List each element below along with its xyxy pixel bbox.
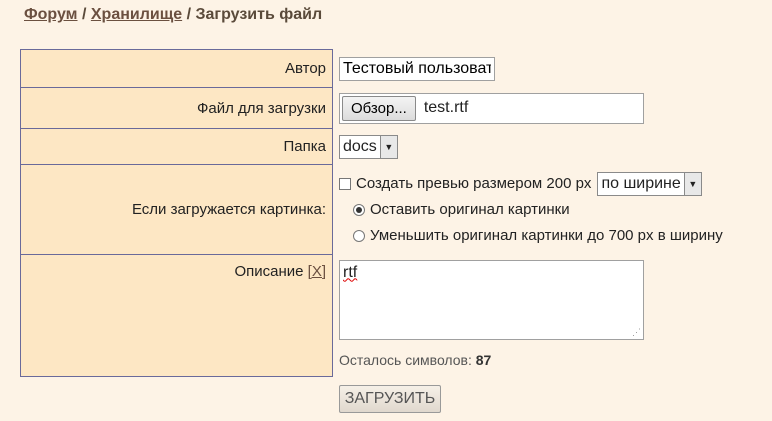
breadcrumb: Форум / Хранилище / Загрузить файл	[24, 6, 322, 24]
file-name: test.rtf	[423, 99, 469, 116]
chevron-down-icon[interactable]: ▼	[683, 172, 701, 195]
remaining-label: Осталось символов:	[339, 351, 472, 368]
radio-keep-label: Оставить оригинал картинки	[370, 201, 570, 218]
image-label: Если загружается картинка:	[20, 164, 333, 255]
radio-shrink-row: Уменьшить оригинал картинки до 700 px в …	[339, 223, 723, 249]
row-image: Если загружается картинка: Создать превь…	[20, 164, 724, 255]
preview-row: Создать превью размером 200 px по ширине…	[339, 171, 723, 197]
row-description: Описание [X] rtf ⋰ Осталось символов: 87	[20, 254, 724, 377]
resize-grip-icon[interactable]: ⋰	[632, 327, 641, 338]
radio-shrink-original[interactable]	[353, 229, 365, 242]
description-clear-link[interactable]: [X]	[308, 263, 326, 280]
description-label: Описание	[234, 263, 304, 280]
chevron-down-icon[interactable]: ▼	[379, 135, 397, 158]
row-author: Автор	[20, 49, 724, 88]
folder-select-value: docs	[343, 137, 377, 155]
preview-label: Создать превью размером 200 px	[356, 175, 592, 192]
folder-label: Папка	[20, 128, 333, 165]
radio-keep-original[interactable]	[353, 203, 365, 216]
browse-button[interactable]: Обзор...	[342, 95, 416, 121]
row-folder: Папка docs ▼	[20, 128, 724, 165]
radio-shrink-label: Уменьшить оригинал картинки до 700 px в …	[370, 227, 723, 244]
author-label: Автор	[20, 49, 333, 88]
breadcrumb-current: Загрузить файл	[195, 6, 323, 23]
upload-button[interactable]: ЗАГРУЗИТЬ	[339, 385, 441, 413]
description-textarea[interactable]: rtf ⋰	[339, 259, 644, 340]
breadcrumb-separator: /	[81, 6, 87, 23]
upload-form: Автор Файл для загрузки Обзор... test.rt…	[20, 49, 724, 377]
author-input[interactable]	[339, 56, 495, 81]
description-text: rtf	[343, 263, 358, 281]
row-file: Файл для загрузки Обзор... test.rtf	[20, 87, 724, 129]
radio-keep-row: Оставить оригинал картинки	[339, 197, 723, 223]
remaining-counter: Осталось символов: 87	[339, 352, 723, 368]
breadcrumb-separator: /	[186, 6, 192, 23]
folder-select[interactable]: docs ▼	[339, 134, 398, 159]
file-label: Файл для загрузки	[20, 87, 333, 129]
preview-mode-value: по ширине	[601, 174, 681, 192]
remaining-count: 87	[475, 351, 492, 368]
breadcrumb-forum-link[interactable]: Форум	[24, 6, 78, 23]
preview-checkbox[interactable]	[339, 177, 351, 190]
breadcrumb-storage-link[interactable]: Хранилище	[91, 6, 182, 23]
file-input[interactable]: Обзор... test.rtf	[339, 92, 644, 124]
preview-mode-select[interactable]: по ширине ▼	[597, 171, 702, 196]
